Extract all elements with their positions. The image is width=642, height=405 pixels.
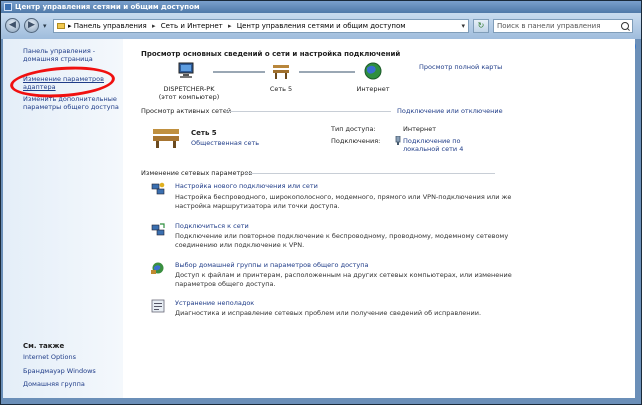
network-bench-icon (153, 129, 179, 148)
task-homegroup[interactable]: Выбор домашней группы и параметров общег… (175, 261, 369, 269)
lan-connection-link[interactable]: Подключение по локальной сети 4 (403, 137, 487, 153)
access-type-value: Интернет (403, 125, 437, 133)
forward-button[interactable]: ▶ (24, 18, 39, 33)
see-also-title: См. также (23, 342, 65, 350)
refresh-button[interactable]: ↻ (473, 19, 489, 33)
breadcrumb-sep: ▸ (68, 22, 72, 30)
lan-connection-icon (395, 136, 401, 145)
homegroup-icon (151, 262, 164, 274)
task-troubleshoot-desc: Диагностика и исправление сетевых пробле… (175, 309, 482, 317)
map-node-computer[interactable]: DISPETCHER-PK (этот компьютер) (153, 85, 225, 101)
map-node-computer-name: DISPETCHER-PK (163, 85, 215, 93)
see-also-internet-options[interactable]: Internet Options (23, 353, 123, 361)
breadcrumb-control-panel[interactable]: Панель управления (74, 22, 147, 30)
connect-network-icon (151, 223, 165, 236)
task-new-connection-desc: Настройка беспроводного, широкополосного… (175, 193, 512, 210)
search-icon[interactable] (621, 22, 629, 30)
bench-icon (273, 65, 289, 79)
map-node-internet[interactable]: Интернет (349, 85, 397, 93)
divider (245, 173, 495, 174)
breadcrumb-network-center[interactable]: Центр управления сетями и общим доступом (237, 22, 406, 30)
map-node-network[interactable]: Сеть 5 (257, 85, 305, 93)
titlebar: Центр управления сетями и общим доступом (1, 1, 641, 13)
connect-disconnect-link[interactable]: Подключение или отключение (397, 107, 503, 115)
address-bar[interactable]: ▸ Панель управления ▸ Сеть и Интернет ▸ … (53, 19, 469, 33)
connection-line-2 (299, 71, 355, 73)
breadcrumb-sep: ▸ (151, 22, 156, 30)
back-button[interactable]: ◀ (5, 18, 20, 33)
search-input[interactable]: Поиск в панели управления (493, 19, 633, 33)
control-panel-icon (57, 23, 65, 29)
page-title: Просмотр основных сведений о сети и наст… (141, 50, 401, 58)
search-placeholder: Поиск в панели управления (497, 22, 601, 30)
troubleshoot-icon (151, 299, 165, 313)
active-networks-header: Просмотр активных сетей (141, 107, 232, 115)
window-title: Центр управления сетями и общим доступом (15, 3, 200, 11)
see-also-firewall[interactable]: Брандмауэр Windows (23, 367, 123, 375)
history-dropdown-icon[interactable]: ▾ (43, 22, 47, 30)
sidebar-link-home[interactable]: Панель управления - домашняя страница (23, 47, 123, 63)
divider (225, 111, 391, 112)
connection-line-1 (213, 71, 265, 73)
globe-icon (364, 62, 382, 80)
task-troubleshoot[interactable]: Устранение неполадок (175, 299, 254, 307)
see-also-homegroup[interactable]: Домашняя группа (23, 380, 123, 388)
breadcrumb-network-internet[interactable]: Сеть и Интернет (161, 22, 223, 30)
change-settings-header: Изменение сетевых параметров (141, 169, 253, 177)
breadcrumb: ▸ Панель управления ▸ Сеть и Интернет ▸ … (68, 22, 406, 31)
address-dropdown-icon[interactable]: ▾ (461, 22, 465, 30)
window: Центр управления сетями и общим доступом… (0, 0, 642, 405)
task-homegroup-desc: Доступ к файлам и принтерам, расположенн… (175, 271, 512, 288)
main-content: Просмотр основных сведений о сети и наст… (123, 39, 635, 398)
breadcrumb-sep: ▸ (227, 22, 232, 30)
network-name: Сеть 5 (191, 129, 217, 137)
map-node-computer-sub: (этот компьютер) (158, 93, 220, 101)
sidebar-link-sharing-settings[interactable]: Изменить дополнительные параметры общего… (23, 95, 123, 111)
access-type-label: Тип доступа: (331, 125, 376, 133)
task-connect-network[interactable]: Подключиться к сети (175, 222, 249, 230)
view-full-map-link[interactable]: Просмотр полной карты (419, 63, 502, 71)
connections-label: Подключения: (331, 137, 381, 145)
network-center-icon (4, 3, 12, 11)
new-connection-icon (151, 182, 165, 195)
task-new-connection[interactable]: Настройка нового подключения или сети (175, 182, 318, 190)
task-connect-network-desc: Подключение или повторное подключение к … (175, 232, 509, 249)
address-toolbar: ◀ ▶ ▾ ▸ Панель управления ▸ Сеть и Интер… (1, 13, 641, 39)
computer-icon (178, 62, 194, 78)
network-type-link[interactable]: Общественная сеть (191, 139, 259, 147)
